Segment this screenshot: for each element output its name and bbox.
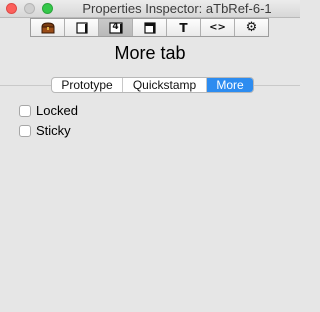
tab-more[interactable]: More — [207, 78, 253, 92]
text-icon: T — [179, 20, 188, 35]
inspector-toolbar: 4 T <> ⚙ — [30, 18, 269, 37]
close-window-button[interactable] — [6, 3, 17, 14]
locked-label[interactable]: Locked — [36, 103, 78, 118]
sticky-option[interactable]: Sticky — [19, 123, 71, 138]
treasure-chest-icon — [40, 21, 55, 34]
toolbar-button-number[interactable]: 4 — [99, 19, 133, 36]
properties-inspector-window: Properties Inspector: aTbRef-6-1 4 T <> … — [0, 0, 300, 312]
page-title: More tab — [114, 43, 186, 63]
toolbar-button-code[interactable]: <> — [201, 19, 235, 36]
window-title: Properties Inspector: aTbRef-6-1 — [82, 1, 272, 16]
number-glyph: 4 — [112, 22, 119, 32]
locked-checkbox[interactable] — [19, 104, 31, 117]
sticky-label[interactable]: Sticky — [36, 123, 71, 138]
sticky-checkbox[interactable] — [19, 124, 31, 137]
toolbar-button-general[interactable] — [31, 19, 65, 36]
toolbar-button-settings[interactable]: ⚙ — [235, 19, 268, 36]
locked-option[interactable]: Locked — [19, 103, 78, 118]
toolbar-button-appearance[interactable] — [133, 19, 167, 36]
toolbar-button-note[interactable] — [65, 19, 99, 36]
tab-quickstamp[interactable]: Quickstamp — [123, 78, 207, 92]
zoom-window-button[interactable] — [42, 3, 53, 14]
gear-icon: ⚙ — [245, 20, 258, 35]
code-icon: <> — [209, 21, 226, 33]
tab-segmented-control: Prototype Quickstamp More — [51, 77, 254, 93]
note-icon — [75, 21, 88, 34]
tab-prototype[interactable]: Prototype — [52, 78, 123, 92]
minimize-window-button[interactable] — [24, 3, 35, 14]
title-bar[interactable]: Properties Inspector: aTbRef-6-1 — [0, 0, 300, 18]
toolbar-button-text[interactable]: T — [167, 19, 201, 36]
window-icon — [143, 21, 156, 34]
